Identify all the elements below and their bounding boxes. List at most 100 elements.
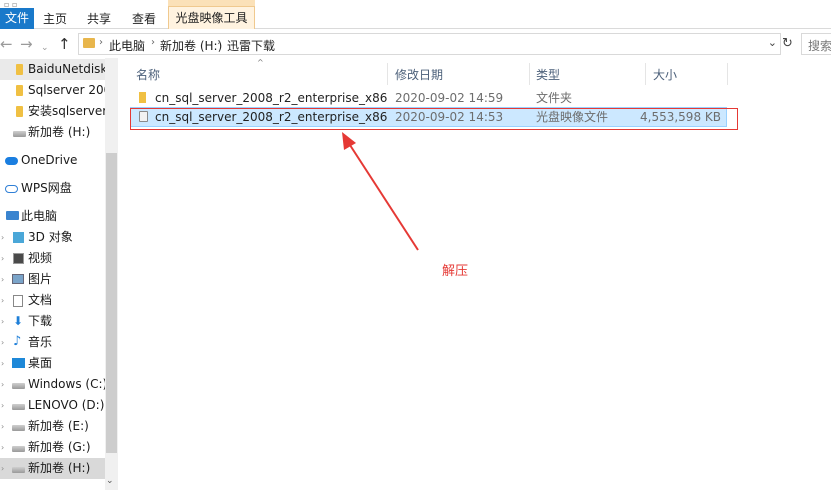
file-modified: 2020-09-02 14:59 — [395, 91, 504, 105]
sidebar-item-label: 音乐 — [28, 335, 53, 349]
breadcrumb-xunlei-download[interactable]: 迅雷下载 — [227, 37, 275, 54]
sidebar-item-downloads[interactable]: › ⬇ 下载 — [0, 311, 118, 332]
file-type: 文件夹 — [536, 91, 573, 105]
sidebar-item-sqlserver-2008[interactable]: Sqlserver 2008 — [0, 80, 118, 101]
search-input[interactable]: 搜索 — [801, 33, 831, 55]
document-icon — [13, 295, 23, 307]
recent-chevron-icon[interactable]: ⌄ — [41, 39, 49, 57]
sort-ascending-icon: ^ — [257, 58, 264, 67]
tab-view[interactable]: 查看 — [128, 9, 160, 29]
up-icon[interactable]: ↑ — [58, 35, 71, 53]
file-name: cn_sql_server_2008_r2_enterprise_x86_x64… — [155, 110, 387, 124]
file-type: 光盘映像文件 — [536, 110, 609, 124]
expand-chevron-icon[interactable]: › — [1, 395, 4, 416]
address-bar[interactable]: › 此电脑 › 新加卷 (H:) › 迅雷下载 ⌄ — [78, 33, 781, 55]
scroll-down-icon[interactable]: ⌄ — [106, 476, 114, 486]
picture-icon — [12, 274, 24, 284]
sidebar-item-drive-e[interactable]: › 新加卷 (E:) — [0, 416, 118, 437]
search-placeholder: 搜索 — [808, 39, 831, 53]
folder-icon — [16, 64, 23, 75]
sidebar-item-label: 下载 — [28, 314, 53, 328]
chevron-down-icon[interactable]: ⌄ — [768, 36, 777, 49]
expand-chevron-icon[interactable]: › — [1, 248, 4, 269]
tab-share[interactable]: 共享 — [84, 9, 114, 29]
folder-icon — [83, 38, 95, 48]
column-divider[interactable] — [727, 63, 728, 85]
expand-chevron-icon[interactable]: › — [1, 332, 4, 353]
column-divider[interactable] — [387, 63, 388, 85]
sidebar-item-wps-cloud[interactable]: WPS网盘 — [0, 178, 118, 199]
expand-chevron-icon[interactable]: › — [1, 416, 4, 437]
sidebar-item-baidunetdisk[interactable]: BaiduNetdiskD — [0, 59, 118, 80]
expand-chevron-icon[interactable]: › — [1, 458, 4, 479]
sidebar-item-install-sqlserver[interactable]: 安装sqlserver 2 — [0, 101, 118, 122]
sidebar-item-label: 新加卷 (G:) — [28, 440, 91, 454]
drive-icon — [12, 467, 25, 473]
sidebar-item-drive-h[interactable]: › 新加卷 (H:) — [0, 458, 118, 479]
navigation-pane: BaiduNetdiskD Sqlserver 2008 安装sqlserver… — [0, 58, 120, 490]
video-icon — [13, 253, 24, 264]
expand-chevron-icon[interactable]: › — [1, 227, 4, 248]
sidebar-item-label: 视频 — [28, 251, 53, 265]
folder-icon — [16, 85, 23, 96]
expand-chevron-icon[interactable]: › — [1, 269, 4, 290]
sidebar-item-label: OneDrive — [21, 153, 78, 167]
expand-chevron-icon[interactable]: › — [1, 437, 4, 458]
sidebar-item-label: 新加卷 (E:) — [28, 419, 89, 433]
sidebar-item-label: 文档 — [28, 293, 53, 307]
disc-image-icon — [139, 111, 148, 122]
file-row-iso[interactable]: cn_sql_server_2008_r2_enterprise_x86_x64… — [130, 107, 727, 127]
breadcrumb-this-pc[interactable]: 此电脑 — [109, 37, 145, 54]
tab-home[interactable]: 主页 — [40, 9, 70, 29]
forward-icon[interactable]: → — [20, 35, 33, 53]
sidebar-item-3d-objects[interactable]: › 3D 对象 — [0, 227, 118, 248]
cloud-icon — [5, 157, 18, 165]
sidebar-item-pictures[interactable]: › 图片 — [0, 269, 118, 290]
file-row-folder[interactable]: cn_sql_server_2008_r2_enterprise_x86_x64… — [130, 88, 727, 108]
desktop-icon — [12, 358, 25, 368]
sidebar-item-videos[interactable]: › 视频 — [0, 248, 118, 269]
expand-chevron-icon[interactable]: › — [1, 374, 4, 395]
drive-icon — [12, 383, 25, 389]
column-divider[interactable] — [529, 63, 530, 85]
folder-icon — [139, 92, 146, 103]
column-header-name[interactable]: 名称 — [136, 63, 160, 87]
wps-cloud-icon — [5, 185, 18, 193]
drive-icon — [13, 131, 26, 137]
sidebar-item-label: 图片 — [28, 272, 53, 286]
sidebar-item-label: WPS网盘 — [21, 181, 72, 195]
column-divider[interactable] — [645, 63, 646, 85]
sidebar-item-label: 新加卷 (H:) — [28, 125, 91, 139]
sidebar-item-drive-d[interactable]: › LENOVO (D:) — [0, 395, 118, 416]
sidebar-item-drive-g[interactable]: › 新加卷 (G:) — [0, 437, 118, 458]
chevron-right-icon[interactable]: › — [217, 37, 221, 48]
sidebar-item-this-pc[interactable]: 此电脑 — [0, 206, 118, 227]
sidebar-item-onedrive[interactable]: OneDrive — [0, 150, 118, 171]
sidebar-item-documents[interactable]: › 文档 — [0, 290, 118, 311]
expand-chevron-icon[interactable]: › — [1, 353, 4, 374]
column-header-size[interactable]: 大小 — [653, 63, 677, 87]
tab-disc-image-tools[interactable]: 光盘映像工具 — [168, 6, 255, 29]
column-header-type[interactable]: 类型 — [536, 63, 560, 87]
sidebar-item-drive-h-quick[interactable]: 新加卷 (H:) — [0, 122, 118, 143]
sidebar-scrollbar-thumb[interactable] — [106, 153, 117, 453]
expand-chevron-icon[interactable]: › — [1, 290, 4, 311]
refresh-icon[interactable]: ↻ — [782, 36, 793, 51]
sidebar-item-label: 此电脑 — [21, 209, 58, 223]
sidebar-item-label: 桌面 — [28, 356, 53, 370]
breadcrumb-drive-h[interactable]: 新加卷 (H:) — [160, 37, 222, 54]
file-size: 4,553,598 KB — [640, 110, 721, 124]
folder-icon — [16, 106, 23, 117]
sidebar-item-label: LENOVO (D:) — [28, 398, 105, 412]
sidebar-item-drive-c[interactable]: › Windows (C:) — [0, 374, 118, 395]
sidebar-item-label: 新加卷 (H:) — [28, 461, 91, 475]
chevron-right-icon[interactable]: › — [151, 37, 155, 48]
sidebar-item-desktop[interactable]: › 桌面 — [0, 353, 118, 374]
back-icon[interactable]: ← — [0, 35, 13, 53]
chevron-right-icon[interactable]: › — [99, 37, 103, 48]
tab-file[interactable]: 文件 — [0, 8, 34, 29]
column-header-modified[interactable]: 修改日期 — [395, 63, 443, 87]
expand-chevron-icon[interactable]: › — [1, 311, 4, 332]
sidebar-item-music[interactable]: › ♪ 音乐 — [0, 332, 118, 353]
sidebar-item-label: Windows (C:) — [28, 377, 108, 391]
